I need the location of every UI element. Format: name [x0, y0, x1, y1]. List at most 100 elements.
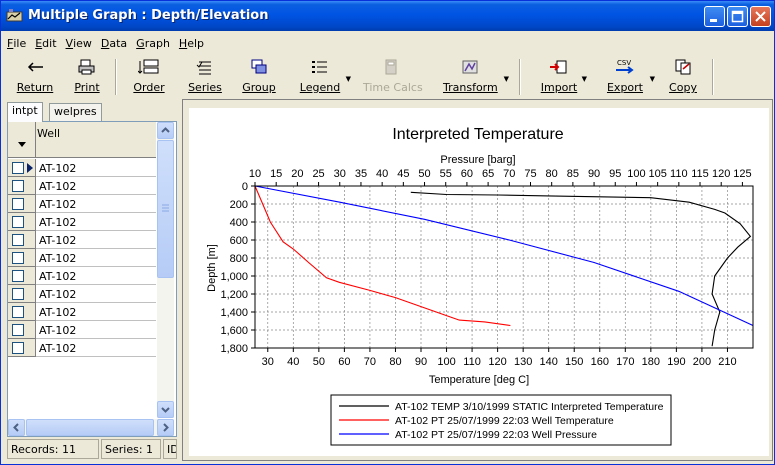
- left-tick-label: 400: [230, 217, 248, 229]
- row-selector[interactable]: [8, 213, 36, 231]
- left-tick-label: 1,800: [220, 343, 248, 355]
- well-cell[interactable]: AT-102: [39, 198, 76, 211]
- transform-button[interactable]: Transform ▼: [443, 57, 509, 97]
- top-tick-label: 100: [627, 168, 645, 180]
- table-row[interactable]: AT-102: [8, 321, 156, 339]
- well-cell[interactable]: AT-102: [39, 162, 76, 175]
- row-selector[interactable]: [8, 177, 36, 195]
- time-calcs-button[interactable]: Time Calcs: [363, 57, 423, 97]
- horizontal-scrollbar[interactable]: [8, 419, 174, 436]
- top-tick-label: 50: [418, 168, 430, 180]
- close-button[interactable]: [750, 6, 771, 27]
- scroll-right-button[interactable]: [157, 419, 174, 436]
- table-row[interactable]: AT-102: [8, 267, 156, 285]
- grid-header: Well: [8, 122, 156, 158]
- well-cell[interactable]: AT-102: [39, 234, 76, 247]
- row-checkbox[interactable]: [12, 162, 24, 174]
- table-row[interactable]: AT-102: [8, 159, 156, 177]
- column-header-well[interactable]: Well: [37, 127, 60, 140]
- row-selector[interactable]: [8, 303, 36, 321]
- order-icon: [138, 59, 159, 74]
- row-checkbox[interactable]: [12, 252, 24, 264]
- menu-help[interactable]: Help: [173, 35, 207, 50]
- scroll-up-button[interactable]: [157, 122, 174, 139]
- legend-button[interactable]: Legend ▼: [299, 57, 351, 97]
- order-button[interactable]: Order: [129, 57, 169, 97]
- menu-graph[interactable]: Graph: [130, 35, 173, 50]
- transform-dropdown-icon[interactable]: ▼: [504, 75, 509, 83]
- grid-sort-header[interactable]: [8, 122, 36, 158]
- menu-edit[interactable]: Edit: [29, 35, 59, 50]
- chevron-right-icon: [163, 423, 169, 432]
- export-button[interactable]: CSV Export ▼: [605, 57, 655, 97]
- row-checkbox[interactable]: [12, 306, 24, 318]
- scroll-left-button[interactable]: [8, 419, 25, 436]
- row-checkbox[interactable]: [12, 270, 24, 282]
- title-bar[interactable]: Multiple Graph : Depth/Elevation: [1, 1, 774, 31]
- well-cell[interactable]: AT-102: [39, 180, 76, 193]
- row-selector[interactable]: [8, 321, 36, 339]
- well-cell[interactable]: AT-102: [39, 216, 76, 229]
- table-row[interactable]: AT-102: [8, 339, 156, 357]
- well-cell[interactable]: AT-102: [39, 342, 76, 355]
- bottom-tick-label: 50: [313, 356, 325, 368]
- toolbar: Return Print Order Series Group Legend ▼…: [1, 55, 774, 99]
- row-checkbox[interactable]: [12, 216, 24, 228]
- menu-view[interactable]: View: [60, 35, 95, 50]
- table-row[interactable]: AT-102: [8, 303, 156, 321]
- well-cell[interactable]: AT-102: [39, 306, 76, 319]
- print-button[interactable]: Print: [67, 57, 107, 97]
- scroll-thumb[interactable]: [157, 140, 174, 278]
- import-dropdown-icon[interactable]: ▼: [582, 75, 587, 83]
- row-selector[interactable]: [8, 339, 36, 357]
- export-dropdown-icon[interactable]: ▼: [650, 75, 655, 83]
- row-checkbox[interactable]: [12, 180, 24, 192]
- row-checkbox[interactable]: [12, 198, 24, 210]
- well-cell[interactable]: AT-102: [39, 270, 76, 283]
- row-selector[interactable]: [8, 231, 36, 249]
- status-records: Records: 11: [7, 439, 99, 459]
- legend-dropdown-icon[interactable]: ▼: [346, 75, 351, 83]
- row-checkbox[interactable]: [12, 288, 24, 300]
- row-selector[interactable]: [8, 285, 36, 303]
- row-selector[interactable]: [8, 195, 36, 213]
- return-arrow-icon: [27, 62, 43, 72]
- h-scroll-thumb[interactable]: [26, 419, 154, 436]
- menu-data[interactable]: Data: [95, 35, 130, 50]
- table-row[interactable]: AT-102: [8, 285, 156, 303]
- row-selector[interactable]: [8, 267, 36, 285]
- minimize-icon: [710, 19, 717, 22]
- bottom-tick-label: 160: [591, 356, 609, 368]
- well-cell[interactable]: AT-102: [39, 288, 76, 301]
- group-button[interactable]: Group: [239, 57, 279, 97]
- copy-button[interactable]: Copy: [665, 57, 701, 97]
- vertical-scrollbar[interactable]: [157, 122, 174, 418]
- well-cell[interactable]: AT-102: [39, 252, 76, 265]
- table-row[interactable]: AT-102: [8, 213, 156, 231]
- well-cell[interactable]: AT-102: [39, 324, 76, 337]
- table-row[interactable]: AT-102: [8, 249, 156, 267]
- minimize-button[interactable]: [704, 6, 725, 27]
- return-button[interactable]: Return: [15, 57, 55, 97]
- row-selector[interactable]: [8, 249, 36, 267]
- table-row[interactable]: AT-102: [8, 195, 156, 213]
- toolbar-separator: [115, 59, 117, 95]
- import-button[interactable]: Import ▼: [539, 57, 587, 97]
- table-row[interactable]: AT-102: [8, 231, 156, 249]
- row-checkbox[interactable]: [12, 324, 24, 336]
- menu-file[interactable]: File: [1, 35, 29, 50]
- series-button[interactable]: Series: [185, 57, 225, 97]
- row-selector[interactable]: [8, 159, 36, 177]
- row-checkbox[interactable]: [12, 234, 24, 246]
- row-checkbox[interactable]: [12, 342, 24, 354]
- bottom-axis-label: Temperature [deg C]: [429, 374, 529, 386]
- tab-welpres[interactable]: welpres: [49, 103, 102, 121]
- table-row[interactable]: AT-102: [8, 177, 156, 195]
- group-icon: [251, 59, 267, 74]
- maximize-button[interactable]: [727, 6, 748, 27]
- scroll-down-button[interactable]: [157, 401, 174, 418]
- import-label: Import: [540, 81, 578, 94]
- tab-intpt[interactable]: intpt: [7, 102, 43, 122]
- app-icon: [6, 9, 23, 22]
- left-tick-label: 1,200: [220, 289, 248, 301]
